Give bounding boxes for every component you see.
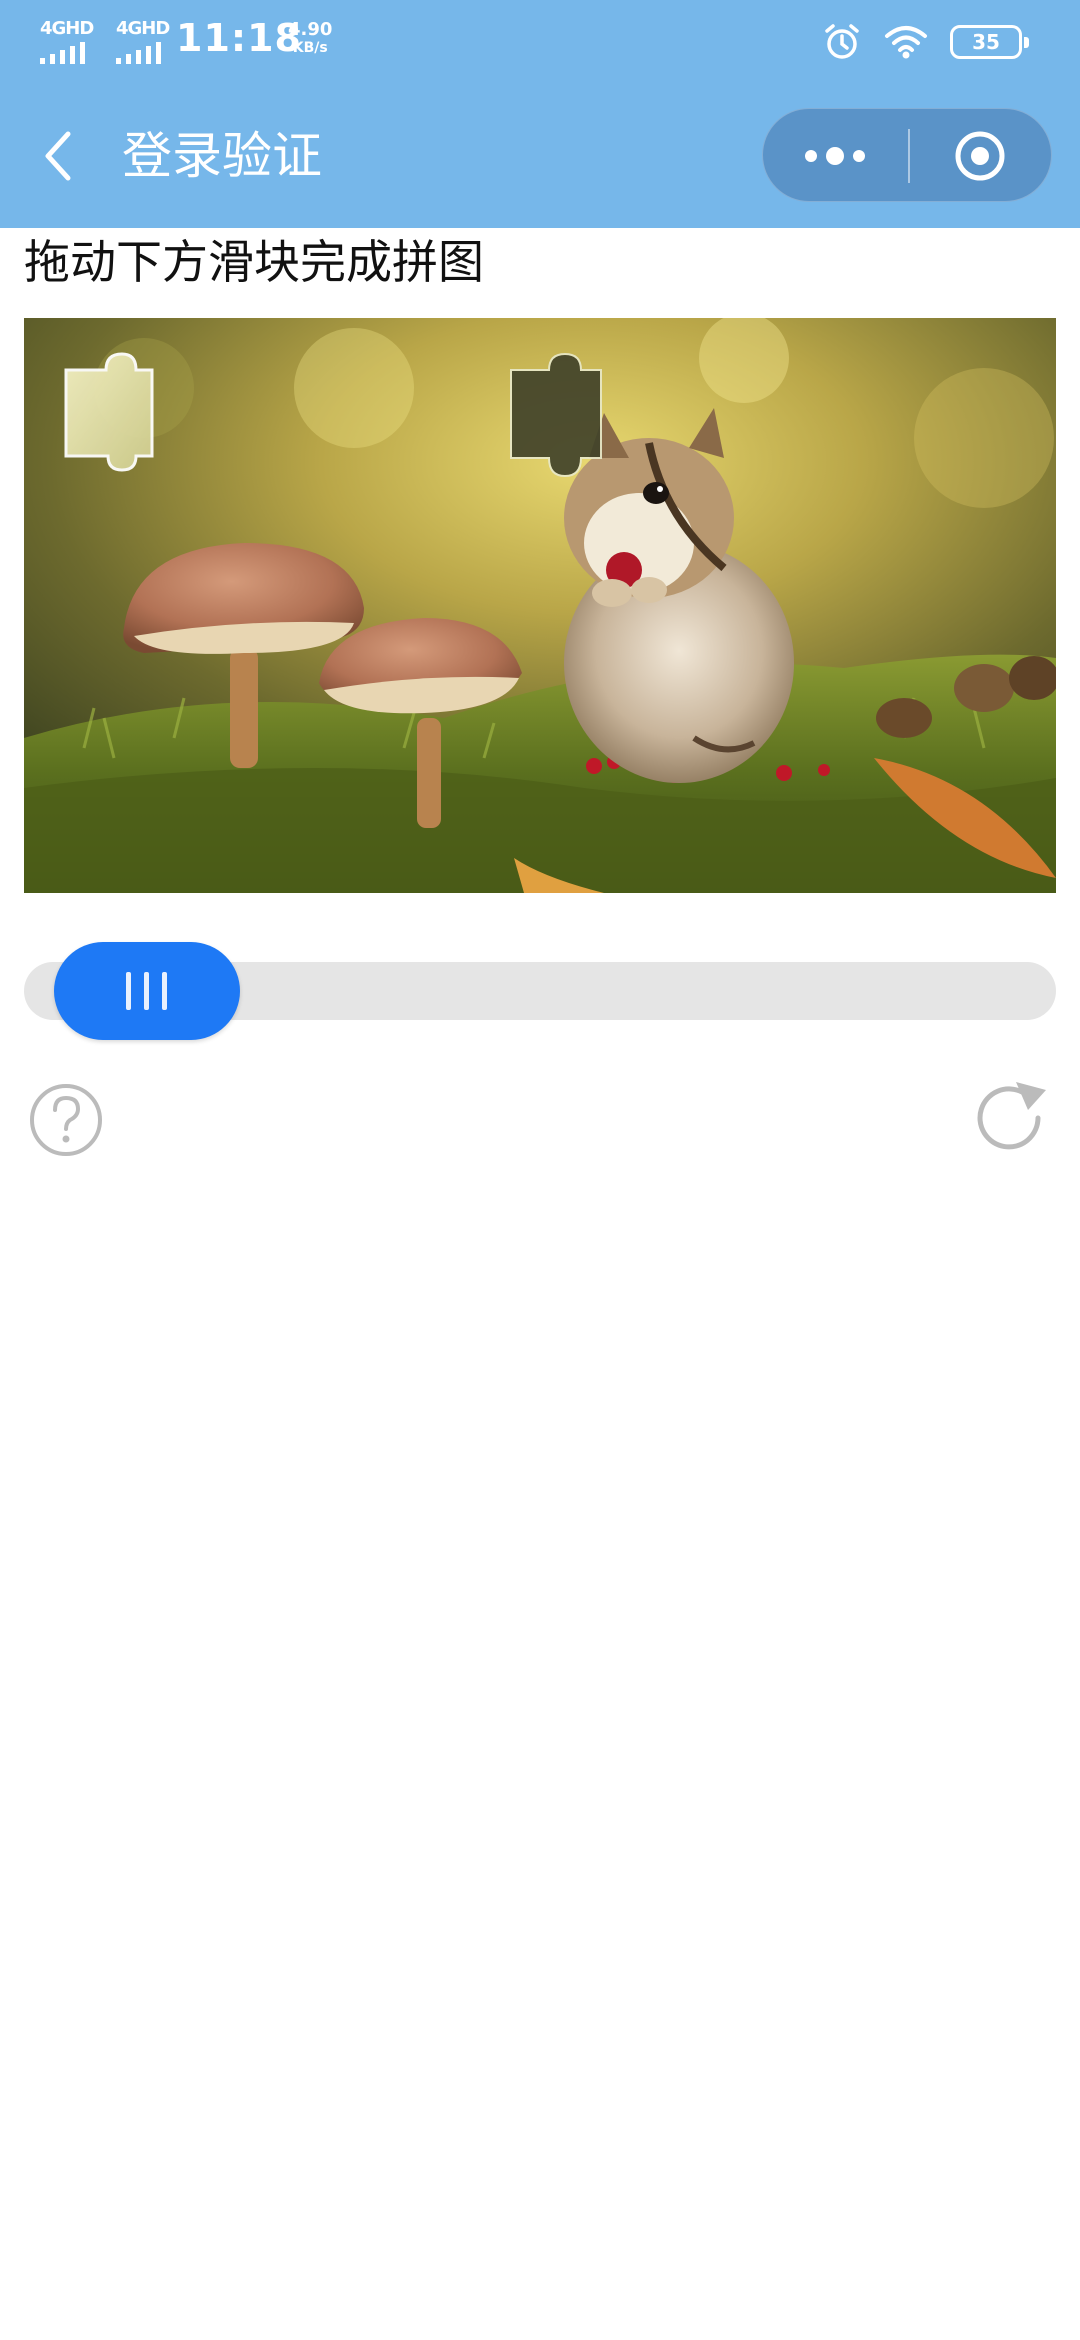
net-speed-unit: KB/s	[292, 40, 328, 56]
refresh-icon	[977, 1082, 1046, 1150]
grip-line	[126, 972, 131, 1010]
clock: 11:18	[176, 16, 302, 60]
back-button[interactable]	[36, 126, 86, 186]
signal-1: 4GHD	[40, 18, 94, 64]
net-speed: 4.90 KB/s	[288, 20, 332, 58]
network-label-1: 4GHD	[40, 18, 94, 39]
battery-icon: 35	[950, 25, 1029, 59]
grip-line	[162, 972, 167, 1010]
close-miniprogram-button[interactable]	[910, 109, 1053, 203]
captcha-puzzle-image	[24, 318, 1056, 893]
signal-bars-icon	[40, 42, 93, 64]
miniprogram-capsule	[762, 108, 1052, 202]
captcha-instruction: 拖动下方滑块完成拼图	[24, 235, 484, 289]
target-close-icon	[955, 131, 1005, 181]
more-menu-button[interactable]	[763, 109, 908, 203]
more-dots-icon	[805, 147, 865, 165]
page-title: 登录验证	[122, 127, 322, 185]
puzzle-piece	[64, 352, 154, 472]
chevron-left-icon	[45, 131, 71, 181]
alarm-icon	[825, 24, 859, 59]
header-bar: 4GHD 4GHD 11:18 4.90 KB/s 35 登录验证	[0, 0, 1080, 228]
grip-line	[144, 972, 149, 1010]
status-icons: 35	[822, 22, 1029, 62]
puzzle-slot	[510, 352, 602, 478]
help-button[interactable]	[28, 1082, 104, 1158]
signal-bars-icon	[116, 42, 169, 64]
refresh-button[interactable]	[976, 1080, 1052, 1160]
status-bar: 4GHD 4GHD 11:18 4.90 KB/s 35	[0, 0, 1080, 84]
network-label-2: 4GHD	[116, 18, 170, 39]
slider-handle[interactable]	[54, 942, 240, 1040]
question-circle-icon	[30, 1084, 102, 1156]
signal-2: 4GHD	[116, 18, 170, 64]
wifi-icon	[885, 26, 927, 59]
net-speed-value: 4.90	[288, 19, 333, 40]
